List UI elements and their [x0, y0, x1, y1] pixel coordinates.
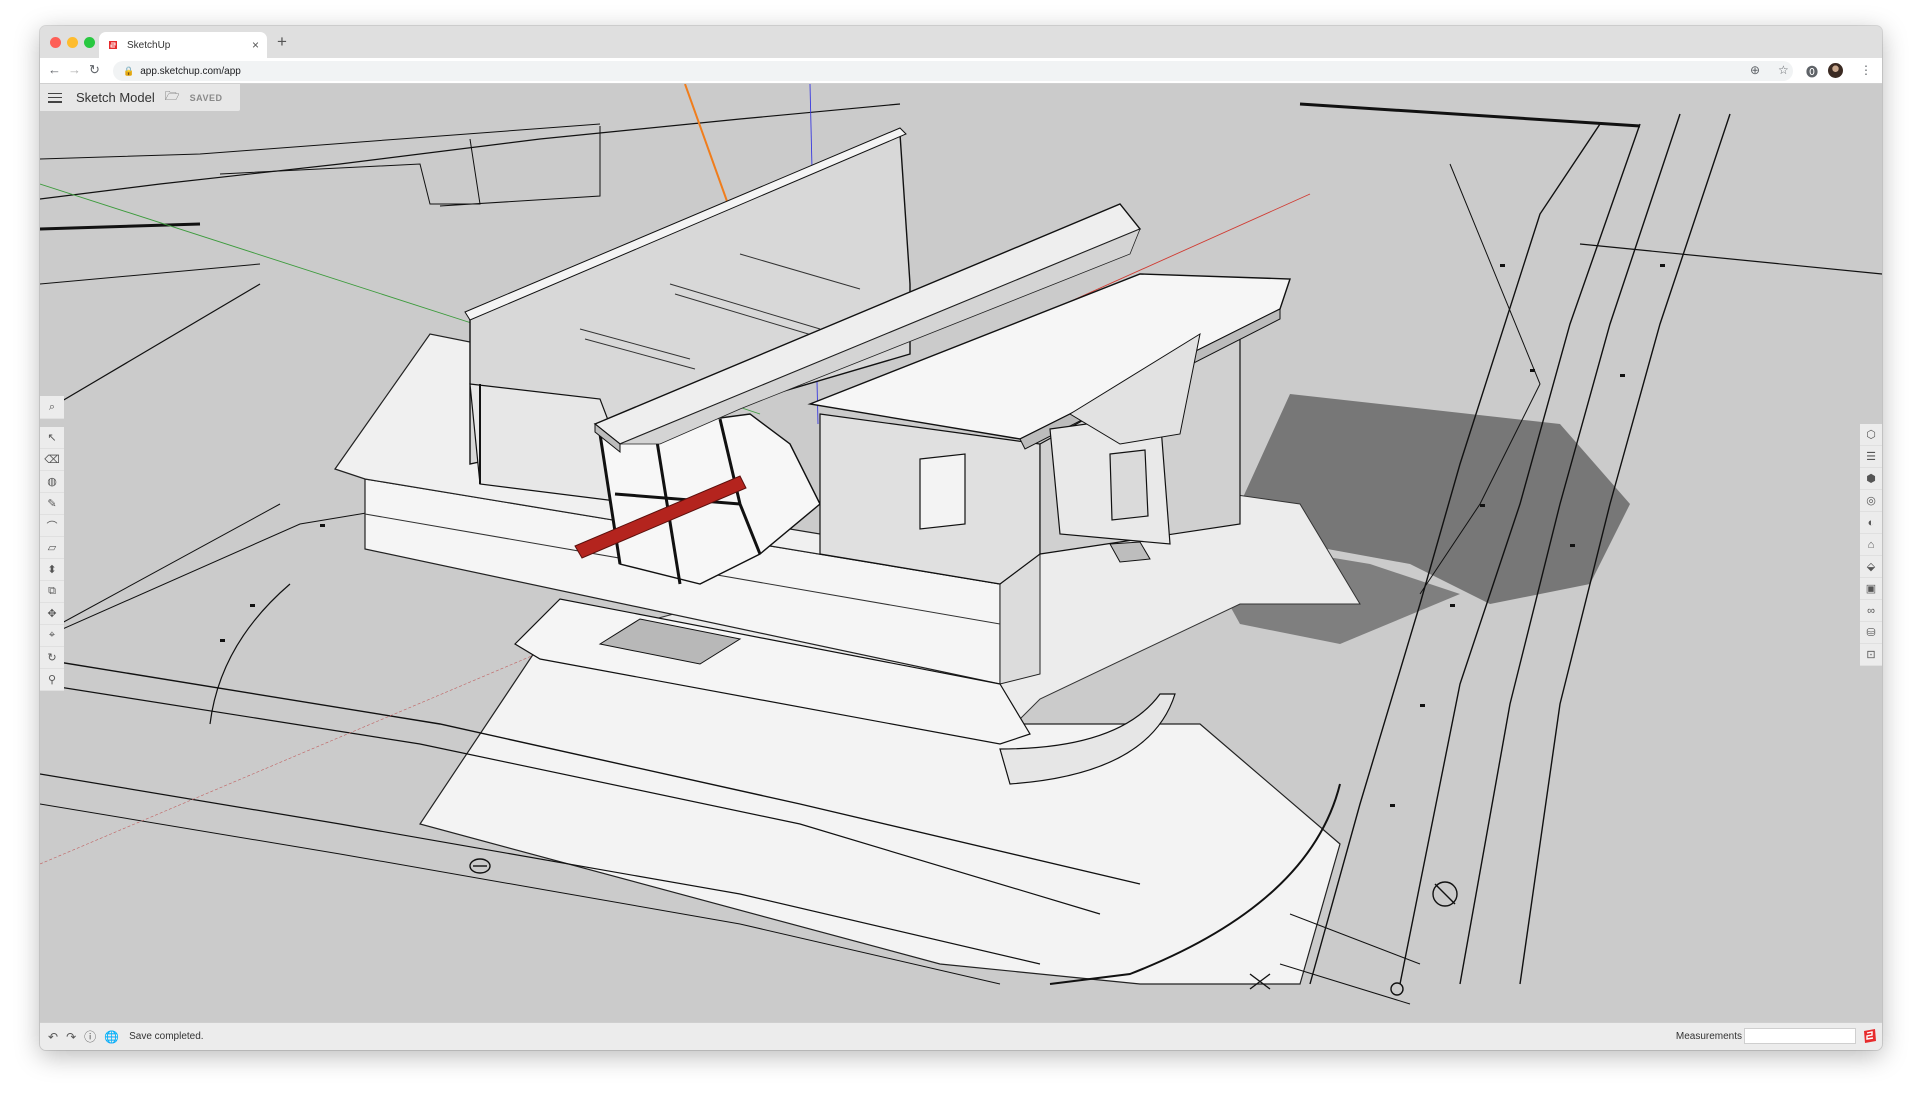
- tape-measure-icon[interactable]: ⌖: [40, 625, 64, 647]
- status-bar: ↶ ↷ ⓘ 🌐 Save completed. Measurements: [40, 1022, 1882, 1050]
- tags-icon[interactable]: ⌂: [1860, 534, 1882, 556]
- styles-icon[interactable]: ◐: [1860, 512, 1882, 534]
- model-scene: [40, 84, 1882, 1005]
- back-icon[interactable]: ←: [48, 62, 61, 77]
- measurements-label: Measurements: [1675, 1031, 1742, 1042]
- browser-toolbar: ← → ↻ 🔒 app.sketchup.com/app ⊕ ☆ ⓿ ⋮: [40, 58, 1882, 84]
- instructor-icon[interactable]: ☰: [1860, 446, 1882, 468]
- globe-icon[interactable]: 🌐: [104, 1030, 119, 1044]
- bookmark-star-icon[interactable]: ☆: [1778, 63, 1789, 77]
- offset-icon[interactable]: ⧉: [40, 581, 64, 603]
- browser-tabstrip: SketchUp × +: [40, 26, 1882, 58]
- green-axis: [40, 183, 491, 330]
- url-text: app.sketchup.com/app: [140, 65, 241, 77]
- left-toolbar: ⌕ ↖ ⌫ ◍ ✎ ⌒ ▱ ⬍ ⧉ ✥ ⌖ ↻ ⚲: [40, 396, 64, 691]
- save-state-badge: SAVED: [189, 92, 223, 103]
- browser-tab-sketchup[interactable]: SketchUp ×: [99, 32, 267, 58]
- solar-icon[interactable]: ⊡: [1860, 644, 1882, 666]
- right-block-window: [919, 453, 966, 530]
- components-icon[interactable]: ⬢: [1860, 468, 1882, 490]
- move-icon[interactable]: ✥: [40, 603, 64, 625]
- close-window-button[interactable]: [50, 37, 61, 48]
- status-message: Save completed.: [129, 1031, 204, 1042]
- shadows-icon[interactable]: ▣: [1860, 578, 1882, 600]
- profile-avatar[interactable]: [1828, 63, 1843, 78]
- extension-icon[interactable]: ⓿: [1806, 63, 1818, 80]
- browser-menu-icon[interactable]: ⋮: [1860, 63, 1872, 77]
- model-name[interactable]: Sketch Model: [76, 90, 155, 105]
- undo-icon[interactable]: ↶: [48, 1030, 58, 1044]
- minimize-window-button[interactable]: [67, 37, 78, 48]
- modeling-viewport[interactable]: Sketch Model 🗁 SAVED ⌕ ↖ ⌫ ◍ ✎ ⌒ ▱ ⬍ ⧉ ✥…: [40, 84, 1882, 1022]
- materials-icon[interactable]: ◎: [1860, 490, 1882, 512]
- browser-window: SketchUp × + ← → ↻ 🔒 app.sketchup.com/ap…: [40, 26, 1882, 1050]
- reload-icon[interactable]: ↻: [89, 62, 100, 78]
- display-icon[interactable]: ∞: [1860, 600, 1882, 622]
- help-icon[interactable]: ⓘ: [84, 1028, 96, 1045]
- measurements-input[interactable]: [1744, 1028, 1856, 1044]
- pencil-icon[interactable]: ✎: [40, 493, 64, 515]
- folder-icon[interactable]: 🗁: [165, 87, 180, 108]
- sketchup-logo-icon: [1864, 1029, 1876, 1043]
- orange-guide: [684, 84, 729, 205]
- new-tab-button[interactable]: +: [277, 32, 287, 52]
- hamburger-menu-icon[interactable]: [48, 92, 62, 103]
- address-bar[interactable]: 🔒 app.sketchup.com/app: [113, 61, 1793, 81]
- paint-bucket-icon[interactable]: ◍: [40, 471, 64, 493]
- tab-close-icon[interactable]: ×: [252, 38, 259, 52]
- select-arrow-icon[interactable]: ↖: [40, 427, 64, 449]
- right-panel-toolbar: ⬡ ☰ ⬢ ◎ ◐ ⌂ ⬙ ▣ ∞ ⛁ ⊡: [1860, 424, 1882, 666]
- sketchup-favicon-icon: [109, 41, 117, 49]
- redo-icon[interactable]: ↷: [66, 1030, 76, 1044]
- scenes-icon[interactable]: ⬙: [1860, 556, 1882, 578]
- eraser-icon[interactable]: ⌫: [40, 449, 64, 471]
- outliner-icon[interactable]: ⛁: [1860, 622, 1882, 644]
- model-header: Sketch Model 🗁 SAVED: [40, 84, 240, 111]
- forward-icon[interactable]: →: [68, 62, 81, 77]
- install-icon[interactable]: ⊕: [1750, 63, 1760, 77]
- orbit-icon[interactable]: ↻: [40, 647, 64, 669]
- push-pull-icon[interactable]: ⬍: [40, 559, 64, 581]
- rectangle-icon[interactable]: ▱: [40, 537, 64, 559]
- arc-icon[interactable]: ⌒: [40, 515, 64, 537]
- entity-info-icon[interactable]: ⬡: [1860, 424, 1882, 446]
- lock-icon: 🔒: [123, 65, 135, 76]
- maximize-window-button[interactable]: [84, 37, 95, 48]
- porch-door: [1109, 449, 1149, 521]
- walk-icon[interactable]: ⚲: [40, 669, 64, 691]
- tab-title: SketchUp: [127, 39, 171, 51]
- search-icon[interactable]: ⌕: [40, 396, 64, 419]
